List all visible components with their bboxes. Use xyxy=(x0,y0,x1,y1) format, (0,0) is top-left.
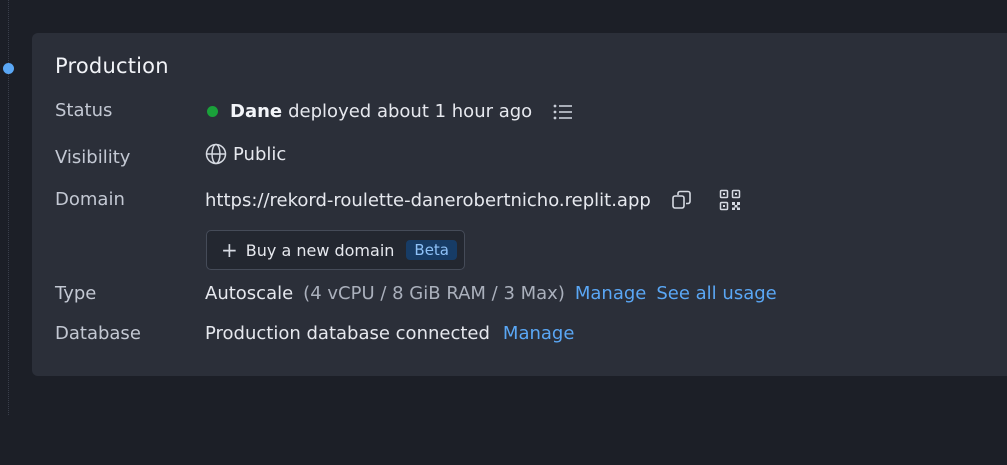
domain-value: https://rekord-roulette-danerobertnicho.… xyxy=(205,189,741,211)
database-manage-link[interactable]: Manage xyxy=(503,323,575,344)
qr-code-icon[interactable] xyxy=(719,189,741,211)
status-value: Dane deployed about 1 hour ago xyxy=(205,101,574,122)
list-icon[interactable] xyxy=(552,103,574,121)
domain-label: Domain xyxy=(55,189,125,210)
buy-domain-label: Buy a new domain xyxy=(245,240,395,260)
deployment-page: Production Status Dane deployed about 1 … xyxy=(0,0,1007,465)
visibility-label: Visibility xyxy=(55,147,131,168)
status-label: Status xyxy=(55,100,113,121)
buy-domain-button[interactable]: + Buy a new domain Beta xyxy=(206,230,465,270)
section-title: Production xyxy=(55,54,169,78)
type-label: Type xyxy=(55,283,97,304)
status-user: Dane xyxy=(230,101,283,122)
timeline-dot xyxy=(3,63,14,74)
database-value: Production database connected Manage xyxy=(205,323,574,344)
copy-icon[interactable] xyxy=(671,189,693,211)
production-card: Production Status Dane deployed about 1 … xyxy=(32,33,1007,376)
see-all-usage-link[interactable]: See all usage xyxy=(656,283,776,304)
type-value: Autoscale (4 vCPU / 8 GiB RAM / 3 Max) M… xyxy=(205,283,777,304)
type-text: Autoscale xyxy=(205,283,294,304)
globe-icon xyxy=(205,143,227,165)
type-manage-link[interactable]: Manage xyxy=(575,283,647,304)
database-text: Production database connected xyxy=(205,323,490,344)
visibility-text: Public xyxy=(233,143,287,165)
plus-icon: + xyxy=(221,238,238,262)
type-detail: (4 vCPU / 8 GiB RAM / 3 Max) xyxy=(303,283,565,304)
visibility-value: Public xyxy=(205,143,286,165)
status-text: deployed about 1 hour ago xyxy=(288,101,533,122)
database-label: Database xyxy=(55,323,141,344)
status-dot xyxy=(207,106,218,117)
domain-url[interactable]: https://rekord-roulette-danerobertnicho.… xyxy=(205,190,651,211)
beta-badge: Beta xyxy=(406,240,457,260)
